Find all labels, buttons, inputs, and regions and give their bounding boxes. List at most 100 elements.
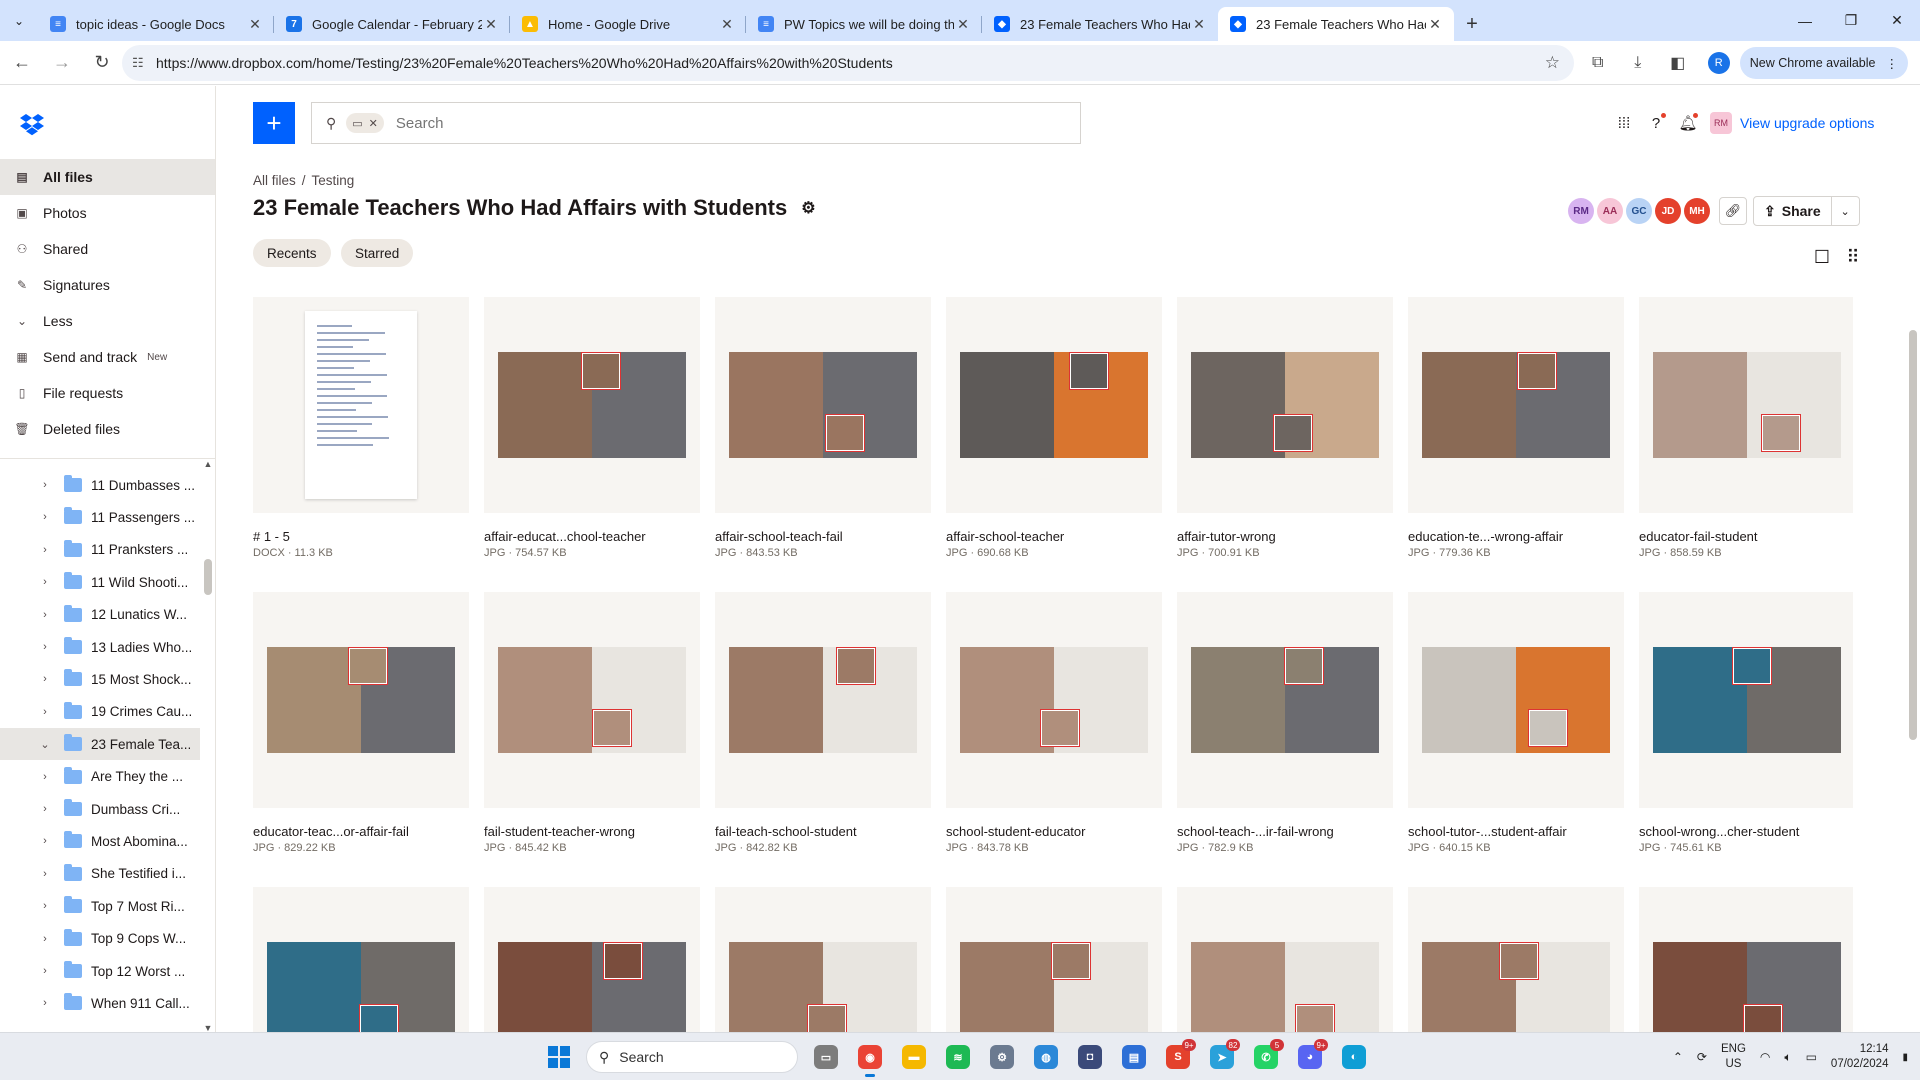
taskbar-app[interactable]: ▭ — [808, 1039, 844, 1075]
chevron-right-icon[interactable]: › — [38, 771, 52, 783]
folder-tree-item[interactable]: › Are They the ... — [0, 761, 200, 793]
restore-button[interactable]: ❐ — [1828, 0, 1874, 41]
chevron-right-icon[interactable]: › — [38, 868, 52, 880]
sidebar-item-shared[interactable]: ⚇ Shared — [0, 231, 215, 267]
file-name[interactable]: affair-tutor-wrong — [1177, 529, 1393, 544]
member-avatar[interactable]: GC — [1626, 198, 1652, 224]
side-panel-button[interactable]: ◧ — [1658, 45, 1698, 81]
folder-tree-item[interactable]: › She Testified i... — [0, 858, 200, 890]
chevron-right-icon[interactable]: › — [38, 641, 52, 653]
help-button[interactable]: ? — [1640, 106, 1672, 140]
folder-tree-item[interactable]: › 11 Passengers ... — [0, 501, 200, 533]
file-thumbnail[interactable] — [1639, 297, 1853, 513]
sidebar-item-send-and-track[interactable]: ▦ Send and track New — [0, 339, 215, 375]
list-view-button[interactable]: ☐ — [1812, 247, 1832, 267]
folder-tree-item[interactable]: ⌄ 23 Female Tea... — [0, 728, 200, 761]
grid-view-button[interactable]: ⠿ — [1843, 247, 1863, 267]
taskbar-app[interactable]: ▤ — [1116, 1039, 1152, 1075]
copy-link-button[interactable]: 🔗︎ — [1719, 197, 1747, 225]
file-name[interactable]: educator-teac...or-affair-fail — [253, 824, 469, 839]
file-thumbnail[interactable] — [1408, 297, 1624, 513]
address-bar[interactable]: ☷ https://www.dropbox.com/home/Testing/2… — [122, 45, 1574, 81]
sidebar-item-less[interactable]: ⌄ Less — [0, 303, 215, 339]
chevron-right-icon[interactable]: › — [38, 511, 52, 523]
folder-tree-item[interactable]: › Top 7 Most Ri... — [0, 890, 200, 922]
search-bar[interactable]: ⚲ ▭ ✕ — [311, 102, 1081, 144]
breadcrumb-testing[interactable]: Testing — [312, 173, 355, 188]
folder-tree-item[interactable]: › Dumbass Cri... — [0, 793, 200, 825]
remove-chip-icon[interactable]: ✕ — [369, 117, 378, 130]
close-tab-icon[interactable]: ✕ — [482, 16, 500, 33]
folder-tree-scrollbar[interactable]: ▲ ▼ — [202, 459, 214, 1032]
scrollbar-thumb[interactable] — [204, 559, 212, 595]
share-dropdown-button[interactable]: ⌄ — [1831, 196, 1860, 226]
file-thumbnail[interactable] — [946, 592, 1162, 808]
file-thumbnail[interactable] — [715, 592, 931, 808]
file-name[interactable]: # 1 - 5 — [253, 529, 469, 544]
taskbar-app[interactable]: ✆ 5 — [1248, 1039, 1284, 1075]
clock[interactable]: 12:14 07/02/2024 — [1831, 1042, 1889, 1072]
sidebar-item-photos[interactable]: ▣ Photos — [0, 195, 215, 231]
file-thumbnail[interactable] — [1177, 297, 1393, 513]
forward-button[interactable]: → — [44, 45, 80, 81]
back-button[interactable]: ← — [4, 45, 40, 81]
taskbar-app[interactable]: ◘ — [1072, 1039, 1108, 1075]
breadcrumb-all-files[interactable]: All files — [253, 173, 296, 188]
wifi-icon[interactable]: ◠ — [1760, 1050, 1770, 1064]
gear-icon[interactable]: ⚙ — [801, 198, 815, 218]
file-thumbnail[interactable] — [1408, 592, 1624, 808]
folder-tree-item[interactable]: › 13 Ladies Who... — [0, 631, 200, 663]
sidebar-item-signatures[interactable]: ✎ Signatures — [0, 267, 215, 303]
taskbar-app[interactable]: ▬ — [896, 1039, 932, 1075]
chevron-right-icon[interactable]: › — [38, 933, 52, 945]
scroll-down-arrow-icon[interactable]: ▼ — [202, 1023, 214, 1032]
file-thumbnail[interactable] — [484, 887, 700, 1032]
file-name[interactable]: school-wrong...cher-student — [1639, 824, 1853, 839]
language-indicator[interactable]: ENG US — [1721, 1042, 1746, 1072]
browser-tab[interactable]: ◆ 23 Female Teachers Who Had Affairs✕ — [1218, 7, 1454, 41]
taskbar-app[interactable]: ⚙ — [984, 1039, 1020, 1075]
app-grid-button[interactable]: ⁞⁞⁞ — [1608, 106, 1640, 140]
recents-filter[interactable]: Recents — [253, 239, 331, 267]
file-thumbnail[interactable] — [484, 297, 700, 513]
sidebar-item-file-requests[interactable]: ▯ File requests — [0, 375, 215, 411]
profile-avatar[interactable]: R — [1707, 52, 1730, 74]
starred-filter[interactable]: Starred — [341, 239, 414, 267]
member-avatar[interactable]: MH — [1684, 198, 1710, 224]
chevron-right-icon[interactable]: › — [38, 544, 52, 556]
file-name[interactable]: school-tutor-...student-affair — [1408, 824, 1624, 839]
file-name[interactable]: school-student-educator — [946, 824, 1162, 839]
create-new-button[interactable]: + — [253, 102, 295, 144]
close-tab-icon[interactable]: ✕ — [1190, 16, 1208, 33]
chevron-right-icon[interactable]: › — [38, 609, 52, 621]
file-thumbnail[interactable] — [946, 887, 1162, 1032]
notification-center-icon[interactable]: ▮ — [1902, 1052, 1908, 1063]
file-name[interactable]: affair-school-teacher — [946, 529, 1162, 544]
account-avatar[interactable]: RM — [1710, 112, 1732, 134]
new-tab-button[interactable]: + — [1454, 7, 1490, 41]
file-name[interactable]: school-teach-...ir-fail-wrong — [1177, 824, 1393, 839]
browser-tab[interactable]: ▲ Home - Google Drive ✕ — [510, 7, 746, 41]
start-button[interactable] — [544, 1042, 574, 1072]
file-name[interactable]: education-te...-wrong-affair — [1408, 529, 1624, 544]
file-name[interactable]: affair-school-teach-fail — [715, 529, 931, 544]
upgrade-link[interactable]: View upgrade options — [1740, 115, 1874, 131]
main-scrollbar[interactable] — [1906, 130, 1920, 1030]
chevron-right-icon[interactable]: › — [38, 997, 52, 1009]
file-name[interactable]: fail-teach-school-student — [715, 824, 931, 839]
update-chrome-button[interactable]: New Chrome available ⋮ — [1739, 47, 1908, 79]
battery-icon[interactable]: ▭ — [1806, 1050, 1817, 1064]
sidebar-item-deleted-files[interactable]: 🗑 Deleted files — [0, 411, 215, 447]
reload-button[interactable]: ↻ — [84, 45, 120, 81]
folder-tree-item[interactable]: › 19 Crimes Cau... — [0, 696, 200, 728]
bookmark-star-icon[interactable]: ☆ — [1545, 53, 1560, 73]
folder-tree-item[interactable]: › 11 Dumbasses ... — [0, 469, 200, 501]
file-thumbnail[interactable] — [715, 297, 931, 513]
member-avatar[interactable]: JD — [1655, 198, 1681, 224]
file-thumbnail[interactable] — [253, 887, 469, 1032]
chevron-right-icon[interactable]: › — [38, 965, 52, 977]
chevron-right-icon[interactable]: › — [38, 803, 52, 815]
folder-tree-item[interactable]: › 15 Most Shock... — [0, 663, 200, 695]
share-button[interactable]: ⇪ Share — [1753, 196, 1832, 226]
file-thumbnail[interactable] — [253, 592, 469, 808]
